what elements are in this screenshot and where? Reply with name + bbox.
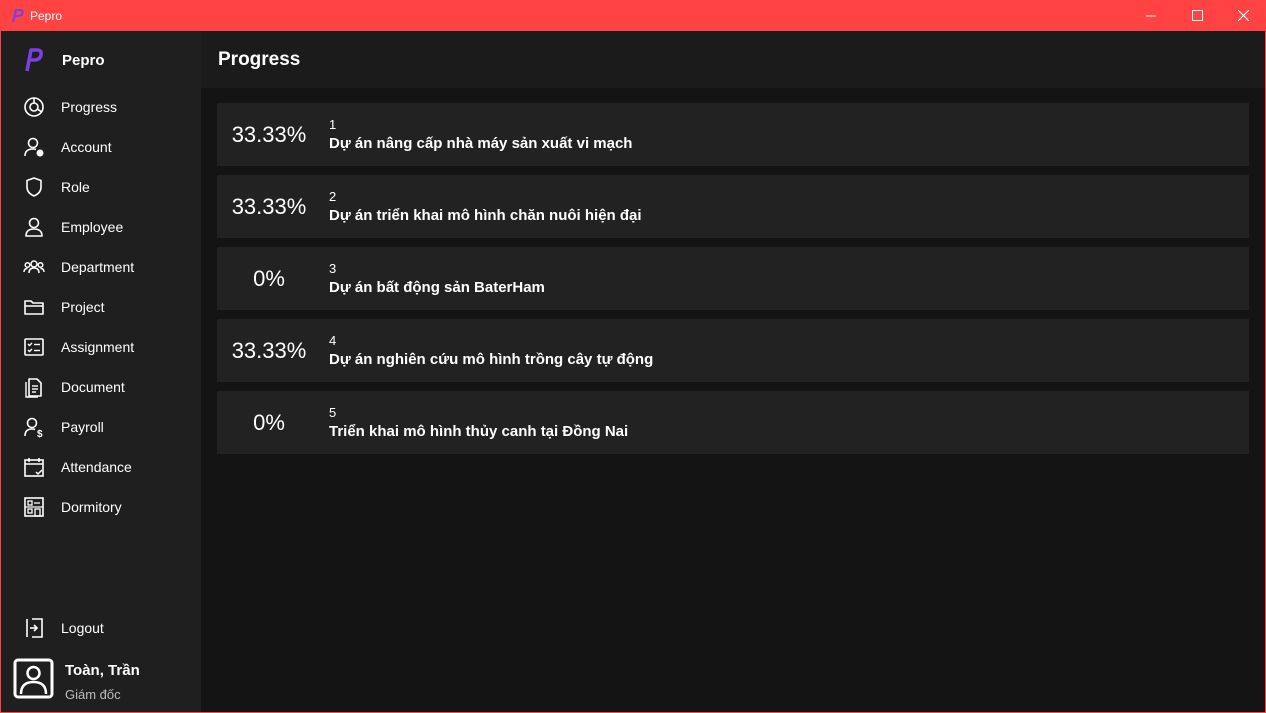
- project-name: Triển khai mô hình thủy canh tại Đồng Na…: [329, 423, 629, 440]
- progress-card[interactable]: 33.33% 1 Dự án nâng cấp nhà máy sản xuất…: [217, 103, 1249, 166]
- sidebar-item-label: Employee: [61, 219, 124, 235]
- maximize-icon: [1191, 10, 1203, 21]
- minimize-icon: [1146, 15, 1156, 16]
- sidebar-item-label: Role: [61, 179, 90, 195]
- progress-percent: 0%: [253, 265, 285, 291]
- close-icon: [1237, 10, 1249, 21]
- sidebar-item-label: Dormitory: [61, 499, 122, 515]
- sidebar-item-label: Account: [61, 139, 112, 155]
- sidebar-item-label: Assignment: [61, 339, 135, 355]
- progress-card[interactable]: 0% 3 Dự án bất động sản BaterHam: [217, 247, 1249, 310]
- person-icon: [23, 216, 45, 238]
- project-info: 2 Dự án triển khai mô hình chăn nuôi hiệ…: [329, 189, 642, 224]
- progress-percent: 33.33%: [231, 337, 307, 363]
- page-header: Progress: [201, 31, 1265, 88]
- minimize-button[interactable]: [1128, 0, 1174, 31]
- window-controls: [1128, 0, 1266, 31]
- sidebar-item-role[interactable]: Role: [1, 167, 201, 207]
- project-id: 1: [329, 117, 337, 132]
- logout-button[interactable]: Logout: [1, 608, 201, 648]
- sidebar-item-dormitory[interactable]: Dormitory: [1, 487, 201, 527]
- user-profile[interactable]: Toàn, Trần Giám đốc: [13, 658, 140, 702]
- user-info: Toàn, Trần Giám đốc: [65, 662, 140, 702]
- logout-label: Logout: [61, 620, 104, 636]
- sidebar: Pepro Progress Account Role Employee Dep…: [1, 31, 201, 712]
- sidebar-item-label: Attendance: [61, 459, 132, 475]
- sidebar-item-document[interactable]: Document: [1, 367, 201, 407]
- sidebar-item-attendance[interactable]: Attendance: [1, 447, 201, 487]
- shield-icon: [23, 176, 45, 198]
- main-content: Progress 33.33% 1 Dự án nâng cấp nhà máy…: [201, 31, 1265, 712]
- people-group-icon: [23, 256, 45, 278]
- project-info: 1 Dự án nâng cấp nhà máy sản xuất vi mạc…: [329, 117, 632, 152]
- sidebar-nav: Progress Account Role Employee Departmen…: [1, 87, 201, 527]
- dormitory-icon: [23, 496, 45, 518]
- sidebar-item-label: Payroll: [61, 419, 104, 435]
- project-id: 5: [329, 405, 337, 420]
- user-role: Giám đốc: [65, 687, 121, 702]
- sidebar-item-department[interactable]: Department: [1, 247, 201, 287]
- sidebar-item-project[interactable]: Project: [1, 287, 201, 327]
- project-name: Dự án triển khai mô hình chăn nuôi hiện …: [329, 207, 642, 224]
- brand: Pepro: [23, 47, 105, 73]
- progress-percent: 33.33%: [231, 121, 307, 147]
- project-id: 2: [329, 189, 337, 204]
- sidebar-item-label: Progress: [61, 99, 118, 115]
- brand-logo-icon: [23, 47, 43, 73]
- progress-percent: 0%: [253, 409, 285, 435]
- sidebar-item-account[interactable]: Account: [1, 127, 201, 167]
- account-icon: [23, 136, 45, 158]
- app-window: Pepro Progress Account Role Employee Dep…: [1, 31, 1265, 712]
- user-name: Toàn, Trần: [65, 662, 140, 679]
- logout-section: Logout: [1, 608, 201, 648]
- progress-card[interactable]: 0% 5 Triển khai mô hình thủy canh tại Đồ…: [217, 391, 1249, 454]
- folder-icon: [23, 296, 45, 318]
- project-name: Dự án nghiên cứu mô hình trồng cây tự độ…: [329, 351, 654, 368]
- progress-card[interactable]: 33.33% 2 Dự án triển khai mô hình chăn n…: [217, 175, 1249, 238]
- progress-card[interactable]: 33.33% 4 Dự án nghiên cứu mô hình trồng …: [217, 319, 1249, 382]
- progress-list: 33.33% 1 Dự án nâng cấp nhà máy sản xuất…: [217, 103, 1249, 463]
- progress-icon: [23, 96, 45, 118]
- sidebar-item-payroll[interactable]: $ Payroll: [1, 407, 201, 447]
- progress-percent: 33.33%: [231, 193, 307, 219]
- project-info: 4 Dự án nghiên cứu mô hình trồng cây tự …: [329, 333, 653, 368]
- project-name: Dự án bất động sản BaterHam: [329, 279, 545, 296]
- project-name: Dự án nâng cấp nhà máy sản xuất vi mạch: [329, 135, 633, 152]
- logout-icon: [23, 617, 45, 639]
- project-id: 3: [329, 261, 337, 276]
- checklist-icon: [23, 336, 45, 358]
- sidebar-item-label: Project: [61, 299, 105, 315]
- project-info: 3 Dự án bất động sản BaterHam: [329, 261, 545, 296]
- sidebar-item-assignment[interactable]: Assignment: [1, 327, 201, 367]
- brand-name: Pepro: [62, 51, 105, 69]
- title-bar: Pepro: [0, 0, 1266, 31]
- sidebar-item-progress[interactable]: Progress: [1, 87, 201, 127]
- project-info: 5 Triển khai mô hình thủy canh tại Đồng …: [329, 405, 628, 440]
- sidebar-item-label: Document: [61, 379, 125, 395]
- window-title: Pepro: [30, 8, 63, 23]
- avatar-icon: [13, 658, 54, 699]
- page-title: Progress: [218, 49, 301, 70]
- payroll-icon: $: [23, 416, 45, 438]
- project-id: 4: [329, 333, 337, 348]
- sidebar-item-employee[interactable]: Employee: [1, 207, 201, 247]
- close-button[interactable]: [1220, 0, 1266, 31]
- document-icon: [23, 376, 45, 398]
- maximize-button[interactable]: [1174, 0, 1220, 31]
- calendar-check-icon: [23, 456, 45, 478]
- svg-text:$: $: [37, 429, 43, 438]
- sidebar-item-label: Department: [61, 259, 135, 275]
- app-logo-icon: [9, 8, 25, 24]
